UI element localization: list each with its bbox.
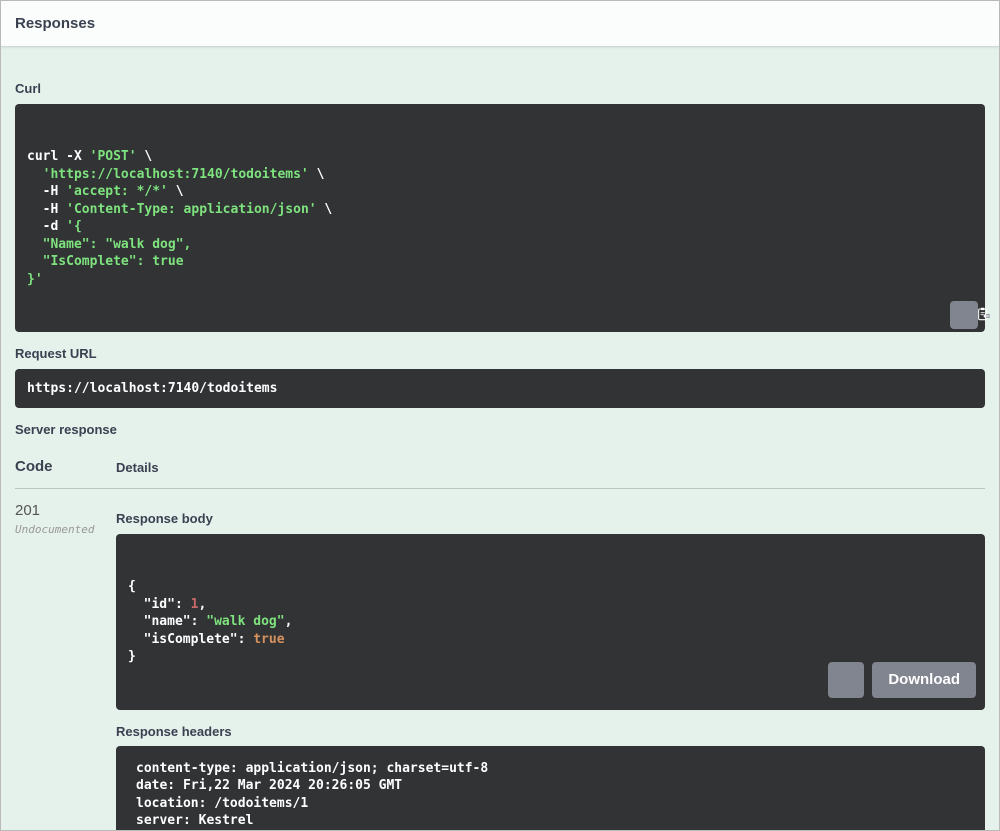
- server-response-table-head: Code Details: [15, 458, 985, 489]
- response-body-block: { "id": 1, "name": "walk dog", "isComple…: [116, 534, 985, 710]
- details-column-header: Details: [116, 460, 159, 475]
- server-response-table: Code Details 201 Undocumented Response b…: [15, 458, 985, 830]
- server-response-row: 201 Undocumented Response body { "id": 1…: [15, 489, 985, 830]
- request-url-value: https://localhost:7140/todoitems: [27, 381, 278, 396]
- request-url-block: https://localhost:7140/todoitems: [15, 369, 985, 408]
- server-response-title: Server response: [15, 422, 117, 437]
- responses-panel: Responses Curl curl -X 'POST' \ 'https:/…: [0, 0, 1000, 831]
- request-url-label: Request URL: [15, 346, 97, 361]
- response-headers-label: Response headers: [116, 723, 232, 739]
- undocumented-note: Undocumented: [15, 523, 95, 536]
- status-code-cell: 201 Undocumented: [15, 489, 116, 830]
- copy-response-button[interactable]: [828, 661, 888, 698]
- response-body-label: Response body: [116, 511, 213, 526]
- responses-content: Curl curl -X 'POST' \ 'https://localhost…: [1, 81, 999, 830]
- code-column-header: Code: [15, 458, 53, 475]
- response-body-controls: Download: [828, 661, 976, 698]
- copy-curl-button[interactable]: [950, 301, 990, 329]
- curl-label: Curl: [15, 81, 41, 96]
- download-button[interactable]: Download: [872, 661, 976, 698]
- status-code: 201: [15, 502, 41, 519]
- response-details-cell: Response body { "id": 1, "name": "walk d…: [116, 489, 985, 830]
- copy-icon: [937, 291, 990, 340]
- section-title: Responses: [15, 15, 96, 32]
- section-header: Responses: [1, 1, 999, 47]
- response-headers-block: content-type: application/json; charset=…: [116, 745, 985, 830]
- curl-command-block: curl -X 'POST' \ 'https://localhost:7140…: [15, 104, 990, 332]
